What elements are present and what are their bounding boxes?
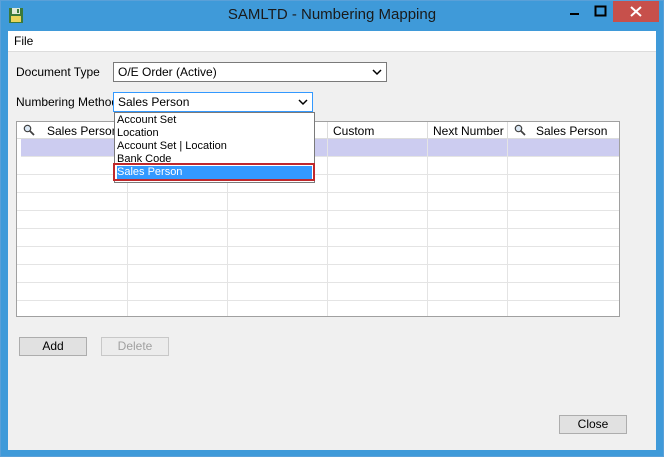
grid-cell[interactable]: [128, 265, 228, 283]
column-header-sales-person-2[interactable]: Sales Person: [508, 122, 619, 139]
grid-cell[interactable]: [328, 193, 428, 211]
grid-cell[interactable]: [17, 193, 128, 211]
grid-cell[interactable]: [428, 157, 508, 175]
grid-cell[interactable]: [128, 193, 228, 211]
grid-cell[interactable]: [428, 265, 508, 283]
grid-cell[interactable]: [328, 157, 428, 175]
dropdown-option-account-set[interactable]: Account Set: [117, 114, 312, 127]
grid-cell[interactable]: [328, 301, 428, 316]
grid-cell[interactable]: [17, 175, 128, 193]
grid-cell[interactable]: [228, 265, 328, 283]
grid-cell[interactable]: [228, 301, 328, 316]
grid-cell[interactable]: [428, 301, 508, 316]
grid-cell[interactable]: [328, 139, 428, 157]
grid-cell[interactable]: [328, 175, 428, 193]
grid-cell[interactable]: [328, 211, 428, 229]
grid-cell[interactable]: [428, 139, 508, 157]
grid-cell[interactable]: [508, 157, 619, 175]
search-icon[interactable]: [23, 124, 35, 136]
close-button[interactable]: Close: [559, 415, 627, 434]
grid-cell[interactable]: [508, 247, 619, 265]
grid-cell[interactable]: [328, 265, 428, 283]
app-window: SAMLTD - Numbering Mapping File Document…: [0, 0, 664, 457]
search-icon[interactable]: [514, 124, 526, 136]
grid-cell[interactable]: [428, 175, 508, 193]
grid-cell[interactable]: [508, 175, 619, 193]
grid-cell[interactable]: [17, 157, 128, 175]
chevron-down-icon: [298, 99, 308, 106]
column-header-label: Next Number: [433, 124, 504, 138]
close-window-button[interactable]: [613, 1, 659, 22]
column-header-label: Custom: [333, 124, 375, 138]
grid-cell[interactable]: [428, 229, 508, 247]
grid-cell[interactable]: [17, 283, 128, 301]
grid-cell[interactable]: [508, 211, 619, 229]
grid-cell[interactable]: [128, 301, 228, 316]
column-header-custom[interactable]: Custom: [328, 122, 428, 139]
maximize-button[interactable]: [587, 1, 613, 22]
grid-cell[interactable]: [508, 301, 619, 316]
column-header-next-number[interactable]: Next Number: [428, 122, 508, 139]
grid-cell[interactable]: [17, 301, 128, 316]
grid-cell[interactable]: [428, 283, 508, 301]
grid-cell[interactable]: [128, 247, 228, 265]
grid-cell[interactable]: [508, 193, 619, 211]
grid-cell[interactable]: [228, 229, 328, 247]
document-type-label: Document Type: [16, 65, 100, 79]
grid-cell[interactable]: [328, 229, 428, 247]
highlight-box: [113, 163, 315, 181]
grid-cell[interactable]: [508, 265, 619, 283]
minimize-icon: [570, 13, 579, 15]
grid-cell[interactable]: [228, 247, 328, 265]
grid-cell[interactable]: [328, 247, 428, 265]
grid-cell[interactable]: [228, 211, 328, 229]
grid-cell[interactable]: [328, 283, 428, 301]
column-header-label: Sales Person: [47, 124, 119, 138]
add-button[interactable]: Add: [19, 337, 87, 356]
grid-cell[interactable]: [17, 211, 128, 229]
document-type-combo[interactable]: O/E Order (Active): [113, 62, 387, 82]
grid-cell[interactable]: [17, 265, 128, 283]
grid-cell[interactable]: [128, 229, 228, 247]
column-header-label: Sales Person: [536, 124, 608, 138]
grid-cell[interactable]: [128, 211, 228, 229]
mapping-grid[interactable]: Sales Person Custom Next Number Sales Pe…: [16, 121, 620, 317]
menu-file[interactable]: File: [14, 34, 33, 48]
dropdown-option-account-set-location[interactable]: Account Set | Location: [117, 140, 312, 153]
numbering-method-value: Sales Person: [118, 95, 190, 109]
document-type-value: O/E Order (Active): [118, 65, 217, 79]
dropdown-option-location[interactable]: Location: [117, 127, 312, 140]
minimize-button[interactable]: [561, 1, 587, 22]
grid-cell[interactable]: [508, 139, 619, 157]
menu-bar: File: [8, 31, 656, 52]
chevron-down-icon: [372, 69, 382, 76]
grid-cell[interactable]: [428, 247, 508, 265]
grid-cell[interactable]: [228, 283, 328, 301]
column-header-sales-person[interactable]: Sales Person: [17, 122, 128, 139]
grid-cell[interactable]: [428, 211, 508, 229]
grid-cell[interactable]: [228, 193, 328, 211]
close-icon: [630, 6, 642, 17]
grid-cell[interactable]: [428, 193, 508, 211]
numbering-method-combo[interactable]: Sales Person: [113, 92, 313, 112]
client-area: File Document Type O/E Order (Active) Nu…: [8, 31, 656, 450]
numbering-method-label: Numbering Method: [16, 95, 119, 109]
maximize-icon: [594, 5, 607, 17]
grid-cell[interactable]: [17, 247, 128, 265]
grid-cell[interactable]: [21, 139, 128, 157]
grid-cell[interactable]: [508, 283, 619, 301]
delete-button[interactable]: Delete: [101, 337, 169, 356]
grid-cell[interactable]: [17, 229, 128, 247]
grid-cell[interactable]: [508, 229, 619, 247]
grid-cell[interactable]: [128, 283, 228, 301]
title-bar[interactable]: SAMLTD - Numbering Mapping: [1, 1, 663, 31]
